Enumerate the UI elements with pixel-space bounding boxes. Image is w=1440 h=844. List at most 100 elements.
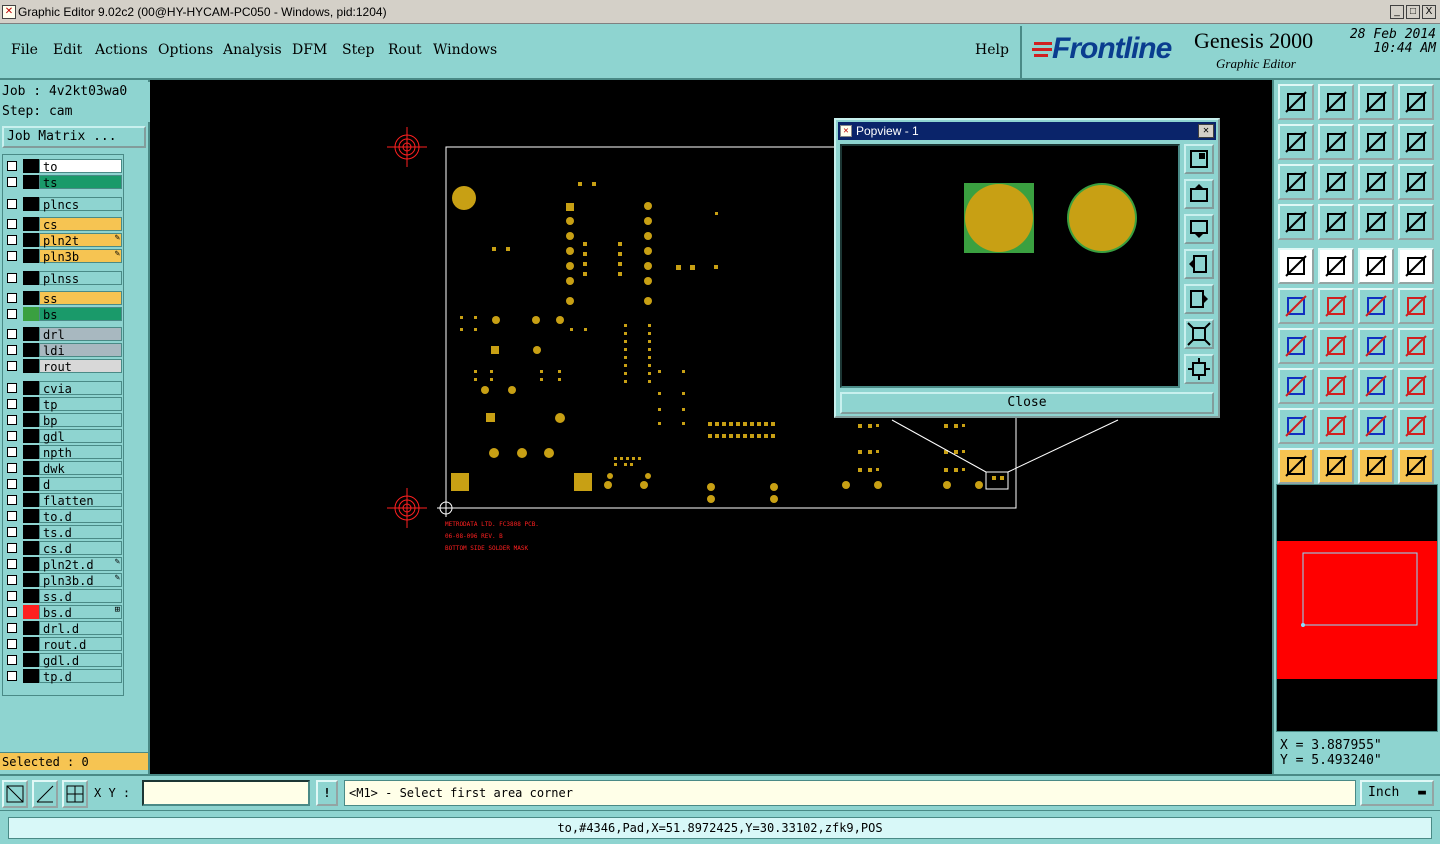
layer-checkbox[interactable]	[7, 559, 17, 569]
grid-mode-icon[interactable]	[62, 780, 88, 808]
pointer-route-icon[interactable]	[1398, 448, 1434, 484]
arc-tri2-icon[interactable]	[1398, 408, 1434, 444]
popview-zoom-in-icon[interactable]	[1184, 319, 1214, 349]
layer-color-swatch[interactable]	[23, 291, 39, 305]
pad-add-icon[interactable]	[1278, 368, 1314, 404]
arc-tri-icon[interactable]	[1358, 408, 1394, 444]
layer-color-swatch[interactable]	[23, 343, 39, 357]
layer-row-gdl[interactable]: gdl	[5, 429, 122, 444]
layer-row-cs[interactable]: cs	[5, 217, 122, 232]
layer-color-swatch[interactable]	[23, 605, 39, 619]
ruler-icon[interactable]	[1358, 248, 1394, 284]
layer-checkbox[interactable]	[7, 511, 17, 521]
layer-checkbox[interactable]	[7, 415, 17, 425]
message-button[interactable]: !	[316, 780, 338, 806]
layer-row-bp[interactable]: bp	[5, 413, 122, 428]
layer-color-swatch[interactable]	[23, 271, 39, 285]
layer-name[interactable]: rout	[39, 359, 122, 374]
copy-icon[interactable]	[1398, 368, 1434, 404]
layer-row-cvia[interactable]: cvia	[5, 381, 122, 396]
popview-close-button[interactable]: Close	[840, 392, 1214, 414]
layer-checkbox[interactable]	[7, 309, 17, 319]
layer-row-ss[interactable]: ss	[5, 291, 122, 306]
pad-select-icon[interactable]	[1278, 248, 1314, 284]
menu-step[interactable]: Step	[342, 42, 374, 58]
layer-checkbox[interactable]	[7, 591, 17, 601]
layer-checkbox[interactable]	[7, 431, 17, 441]
close-window-button[interactable]: X	[1422, 5, 1436, 19]
layer-name[interactable]: ss.d	[39, 589, 122, 604]
units-select[interactable]: Inch ▬	[1360, 780, 1434, 806]
layer-color-swatch[interactable]	[23, 307, 39, 321]
layer-checkbox[interactable]	[7, 447, 17, 457]
pointer-select-icon[interactable]	[1318, 448, 1354, 484]
layer-name[interactable]: npth	[39, 445, 122, 460]
popview-zoom-fit-icon[interactable]	[1184, 144, 1214, 174]
line-break-icon[interactable]	[1318, 368, 1354, 404]
menu-analysis[interactable]: Analysis	[223, 42, 282, 58]
angle-icon[interactable]	[1278, 328, 1314, 364]
layer-color-swatch[interactable]	[23, 541, 39, 555]
popview-pan-down-icon[interactable]	[1184, 214, 1214, 244]
layer-checkbox[interactable]	[7, 345, 17, 355]
layer-checkbox[interactable]	[7, 607, 17, 617]
layer-name[interactable]: plnss	[39, 271, 122, 286]
layer-checkbox[interactable]	[7, 293, 17, 303]
layer-checkbox[interactable]	[7, 361, 17, 371]
query-icon[interactable]	[1398, 164, 1434, 200]
zoom-fit-icon[interactable]	[1278, 164, 1314, 200]
layer-row-plncs[interactable]: plncs	[5, 197, 122, 212]
layer-row-to[interactable]: to	[5, 159, 122, 174]
menu-help[interactable]: Help	[975, 42, 1009, 58]
arc-icon[interactable]	[1358, 328, 1394, 364]
layer-name[interactable]: tp.d	[39, 669, 122, 684]
layer-row-tp-d[interactable]: tp.d	[5, 669, 122, 684]
layer-name[interactable]: pln3b.d	[39, 573, 122, 588]
layer-name[interactable]: tp	[39, 397, 122, 412]
pan-left-icon[interactable]	[1278, 124, 1314, 160]
minimize-button[interactable]: _	[1390, 5, 1404, 19]
layer-checkbox[interactable]	[7, 575, 17, 585]
pan-right-icon[interactable]	[1318, 124, 1354, 160]
layer-name[interactable]: dwk	[39, 461, 122, 476]
layer-name[interactable]: pln2t	[39, 233, 122, 248]
minimap[interactable]	[1276, 484, 1438, 732]
text-icon[interactable]	[1398, 328, 1434, 364]
layer-color-swatch[interactable]	[23, 217, 39, 231]
layer-row-ts[interactable]: ts	[5, 175, 122, 190]
layer-name[interactable]: ldi	[39, 343, 122, 358]
layer-row-plnss[interactable]: plnss	[5, 271, 122, 286]
layer-checkbox[interactable]	[7, 495, 17, 505]
popview-pan-right-icon[interactable]	[1184, 284, 1214, 314]
layer-color-swatch[interactable]	[23, 159, 39, 173]
layer-row-rout[interactable]: rout	[5, 359, 122, 374]
layer-checkbox[interactable]	[7, 383, 17, 393]
menu-rout[interactable]: Rout	[388, 42, 422, 58]
layer-row-npth[interactable]: npth	[5, 445, 122, 460]
layer-checkbox[interactable]	[7, 235, 17, 245]
layer-color-swatch[interactable]	[23, 429, 39, 443]
layer-color-swatch[interactable]	[23, 669, 39, 683]
layer-name[interactable]: drl.d	[39, 621, 122, 636]
menu-actions[interactable]: Actions	[95, 42, 148, 58]
layer-color-swatch[interactable]	[23, 621, 39, 635]
layer-row-pln2t[interactable]: pln2t ✎	[5, 233, 122, 248]
layer-checkbox[interactable]	[7, 161, 17, 171]
line-point2-icon[interactable]	[1398, 288, 1434, 324]
measure-mode-icon[interactable]	[32, 780, 58, 808]
menu-edit[interactable]: Edit	[53, 42, 82, 58]
layer-name[interactable]: ts.d	[39, 525, 122, 540]
layer-row-drl-d[interactable]: drl.d	[5, 621, 122, 636]
layer-checkbox[interactable]	[7, 623, 17, 633]
layer-checkbox[interactable]	[7, 329, 17, 339]
zoom-home-icon[interactable]	[1278, 84, 1314, 120]
layer-checkbox[interactable]	[7, 199, 17, 209]
zoom-back-icon[interactable]	[1318, 84, 1354, 120]
layer-color-swatch[interactable]	[23, 573, 39, 587]
layer-color-swatch[interactable]	[23, 175, 39, 189]
layer-row-to-d[interactable]: to.d	[5, 509, 122, 524]
layer-color-swatch[interactable]	[23, 493, 39, 507]
layer-checkbox[interactable]	[7, 543, 17, 553]
popview-pan-left-icon[interactable]	[1184, 249, 1214, 279]
layer-checkbox[interactable]	[7, 639, 17, 649]
